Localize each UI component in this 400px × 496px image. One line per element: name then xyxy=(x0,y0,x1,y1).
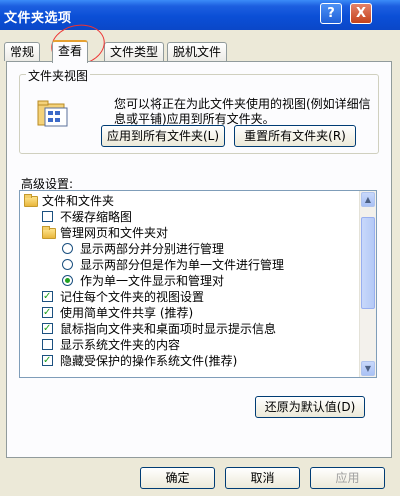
folder-options-dialog: 文件夹选项 ? X 常规 查看 文件类型 脱机文件 文件夹视图 您可以将正在为此… xyxy=(0,0,400,496)
item-label: 显示两部分但是作为单一文件进行管理 xyxy=(80,258,285,272)
tab-bar: 常规 查看 文件类型 脱机文件 xyxy=(0,40,400,63)
checkbox[interactable] xyxy=(42,339,53,350)
item-label: 鼠标指向文件夹和桌面项时显示提示信息 xyxy=(60,322,277,336)
item-label: 显示系统文件夹的内容 xyxy=(60,338,181,352)
close-button[interactable]: X xyxy=(350,3,372,24)
item-label: 隐藏受保护的操作系统文件(推荐) xyxy=(60,354,238,368)
item-label: 显示两部分并分别进行管理 xyxy=(80,242,225,256)
folder-view-description: 您可以将正在为此文件夹使用的视图(例如详细信息或平铺)应用到所有文件夹。 xyxy=(114,97,371,126)
item-label: 使用简单文件共享 (推荐) xyxy=(60,306,194,320)
item-label: 记住每个文件夹的视图设置 xyxy=(60,290,205,304)
item-label: 文件和文件夹 xyxy=(42,194,115,208)
restore-defaults-button[interactable]: 还原为默认值(D) xyxy=(255,396,365,418)
item-label: 管理网页和文件夹对 xyxy=(60,226,169,240)
tab-file-types[interactable]: 文件类型 xyxy=(104,42,165,61)
checkbox-checked[interactable] xyxy=(42,353,53,369)
folder-icon xyxy=(24,194,38,207)
help-button[interactable]: ? xyxy=(320,3,342,24)
apply-button[interactable]: 应用 xyxy=(310,467,385,489)
scroll-down-arrow-icon[interactable]: ▼ xyxy=(361,361,375,376)
title-bar[interactable]: 文件夹选项 ? X xyxy=(0,0,400,30)
checkbox-checked[interactable] xyxy=(42,289,53,305)
tab-view[interactable]: 查看 xyxy=(52,40,89,63)
folder-view-title: 文件夹视图 xyxy=(26,67,91,84)
checkbox[interactable] xyxy=(42,211,53,222)
folder-view-icon xyxy=(37,100,68,127)
scroll-thumb[interactable] xyxy=(361,217,375,309)
radio-button[interactable] xyxy=(62,243,73,254)
checkbox-checked[interactable] xyxy=(42,321,53,337)
radio-button-selected[interactable] xyxy=(62,275,73,286)
vertical-scrollbar[interactable]: ▲ ▼ xyxy=(359,191,376,377)
apply-to-all-folders-button[interactable]: 应用到所有文件夹(L) xyxy=(101,125,225,147)
scroll-up-arrow-icon[interactable]: ▲ xyxy=(361,192,375,207)
reset-all-folders-button[interactable]: 重置所有文件夹(R) xyxy=(234,125,356,147)
radio-button[interactable] xyxy=(62,259,73,270)
tab-general[interactable]: 常规 xyxy=(4,42,41,61)
tab-offline-files[interactable]: 脱机文件 xyxy=(167,42,228,61)
item-label: 作为单一文件显示和管理对 xyxy=(80,274,225,288)
view-tab-panel: 文件夹视图 您可以将正在为此文件夹使用的视图(例如详细信息或平铺)应用到所有文件… xyxy=(6,61,392,458)
item-label: 不缓存缩略图 xyxy=(60,210,133,224)
window-title: 文件夹选项 xyxy=(4,11,72,26)
ok-button[interactable]: 确定 xyxy=(140,467,215,489)
advanced-settings-list[interactable]: 文件和文件夹 不缓存缩略图 管理网页和文件夹对 显示两部分并分别进行管理 显示两… xyxy=(19,190,377,378)
cancel-button[interactable]: 取消 xyxy=(225,467,300,489)
folder-icon xyxy=(42,226,56,239)
checkbox-checked[interactable] xyxy=(42,305,53,321)
